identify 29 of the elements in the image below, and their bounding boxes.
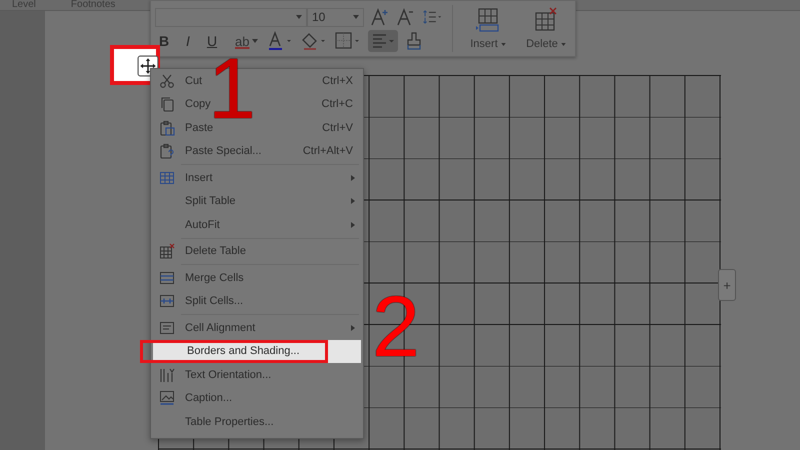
highlight-button[interactable]: ab: [233, 31, 260, 51]
shrink-font-icon[interactable]: [396, 7, 416, 27]
format-button[interactable]: U: [203, 31, 221, 51]
menu-item[interactable]: Text Orientation...: [151, 363, 363, 386]
format-button[interactable]: B: [155, 31, 173, 51]
font-size-dropdown[interactable]: 10: [307, 8, 364, 26]
menu-item[interactable]: Caption...: [151, 386, 363, 410]
caret-icon: [296, 15, 302, 19]
caret-icon: [560, 42, 566, 46]
menu-item[interactable]: AutoFit: [151, 213, 363, 236]
menu-item[interactable]: Merge Cells: [151, 266, 363, 290]
menu-item[interactable]: Table Properties...: [151, 410, 363, 434]
format-button[interactable]: I: [179, 31, 197, 51]
caret-icon: [353, 15, 359, 19]
menu-item[interactable]: Split Table: [151, 190, 363, 213]
caret-icon: [500, 42, 506, 46]
menu-item[interactable]: Cell Alignment: [151, 316, 363, 340]
align-left-button[interactable]: [368, 30, 398, 52]
add-button[interactable]: +: [718, 269, 736, 301]
table-command-button[interactable]: Insert: [459, 1, 517, 56]
menu-item[interactable]: Insert: [151, 166, 363, 190]
table-command-button[interactable]: Delete: [517, 1, 575, 56]
table-delete-icon: [533, 7, 559, 33]
caret-icon: [252, 39, 258, 43]
menu-item[interactable]: Paste Special... Ctrl+Alt+V: [151, 140, 363, 163]
table-insert-icon: [475, 7, 501, 33]
grow-font-icon[interactable]: [370, 7, 390, 27]
menu-item[interactable]: Delete Table: [151, 240, 363, 263]
menu-item[interactable]: Split Cells...: [151, 290, 363, 313]
